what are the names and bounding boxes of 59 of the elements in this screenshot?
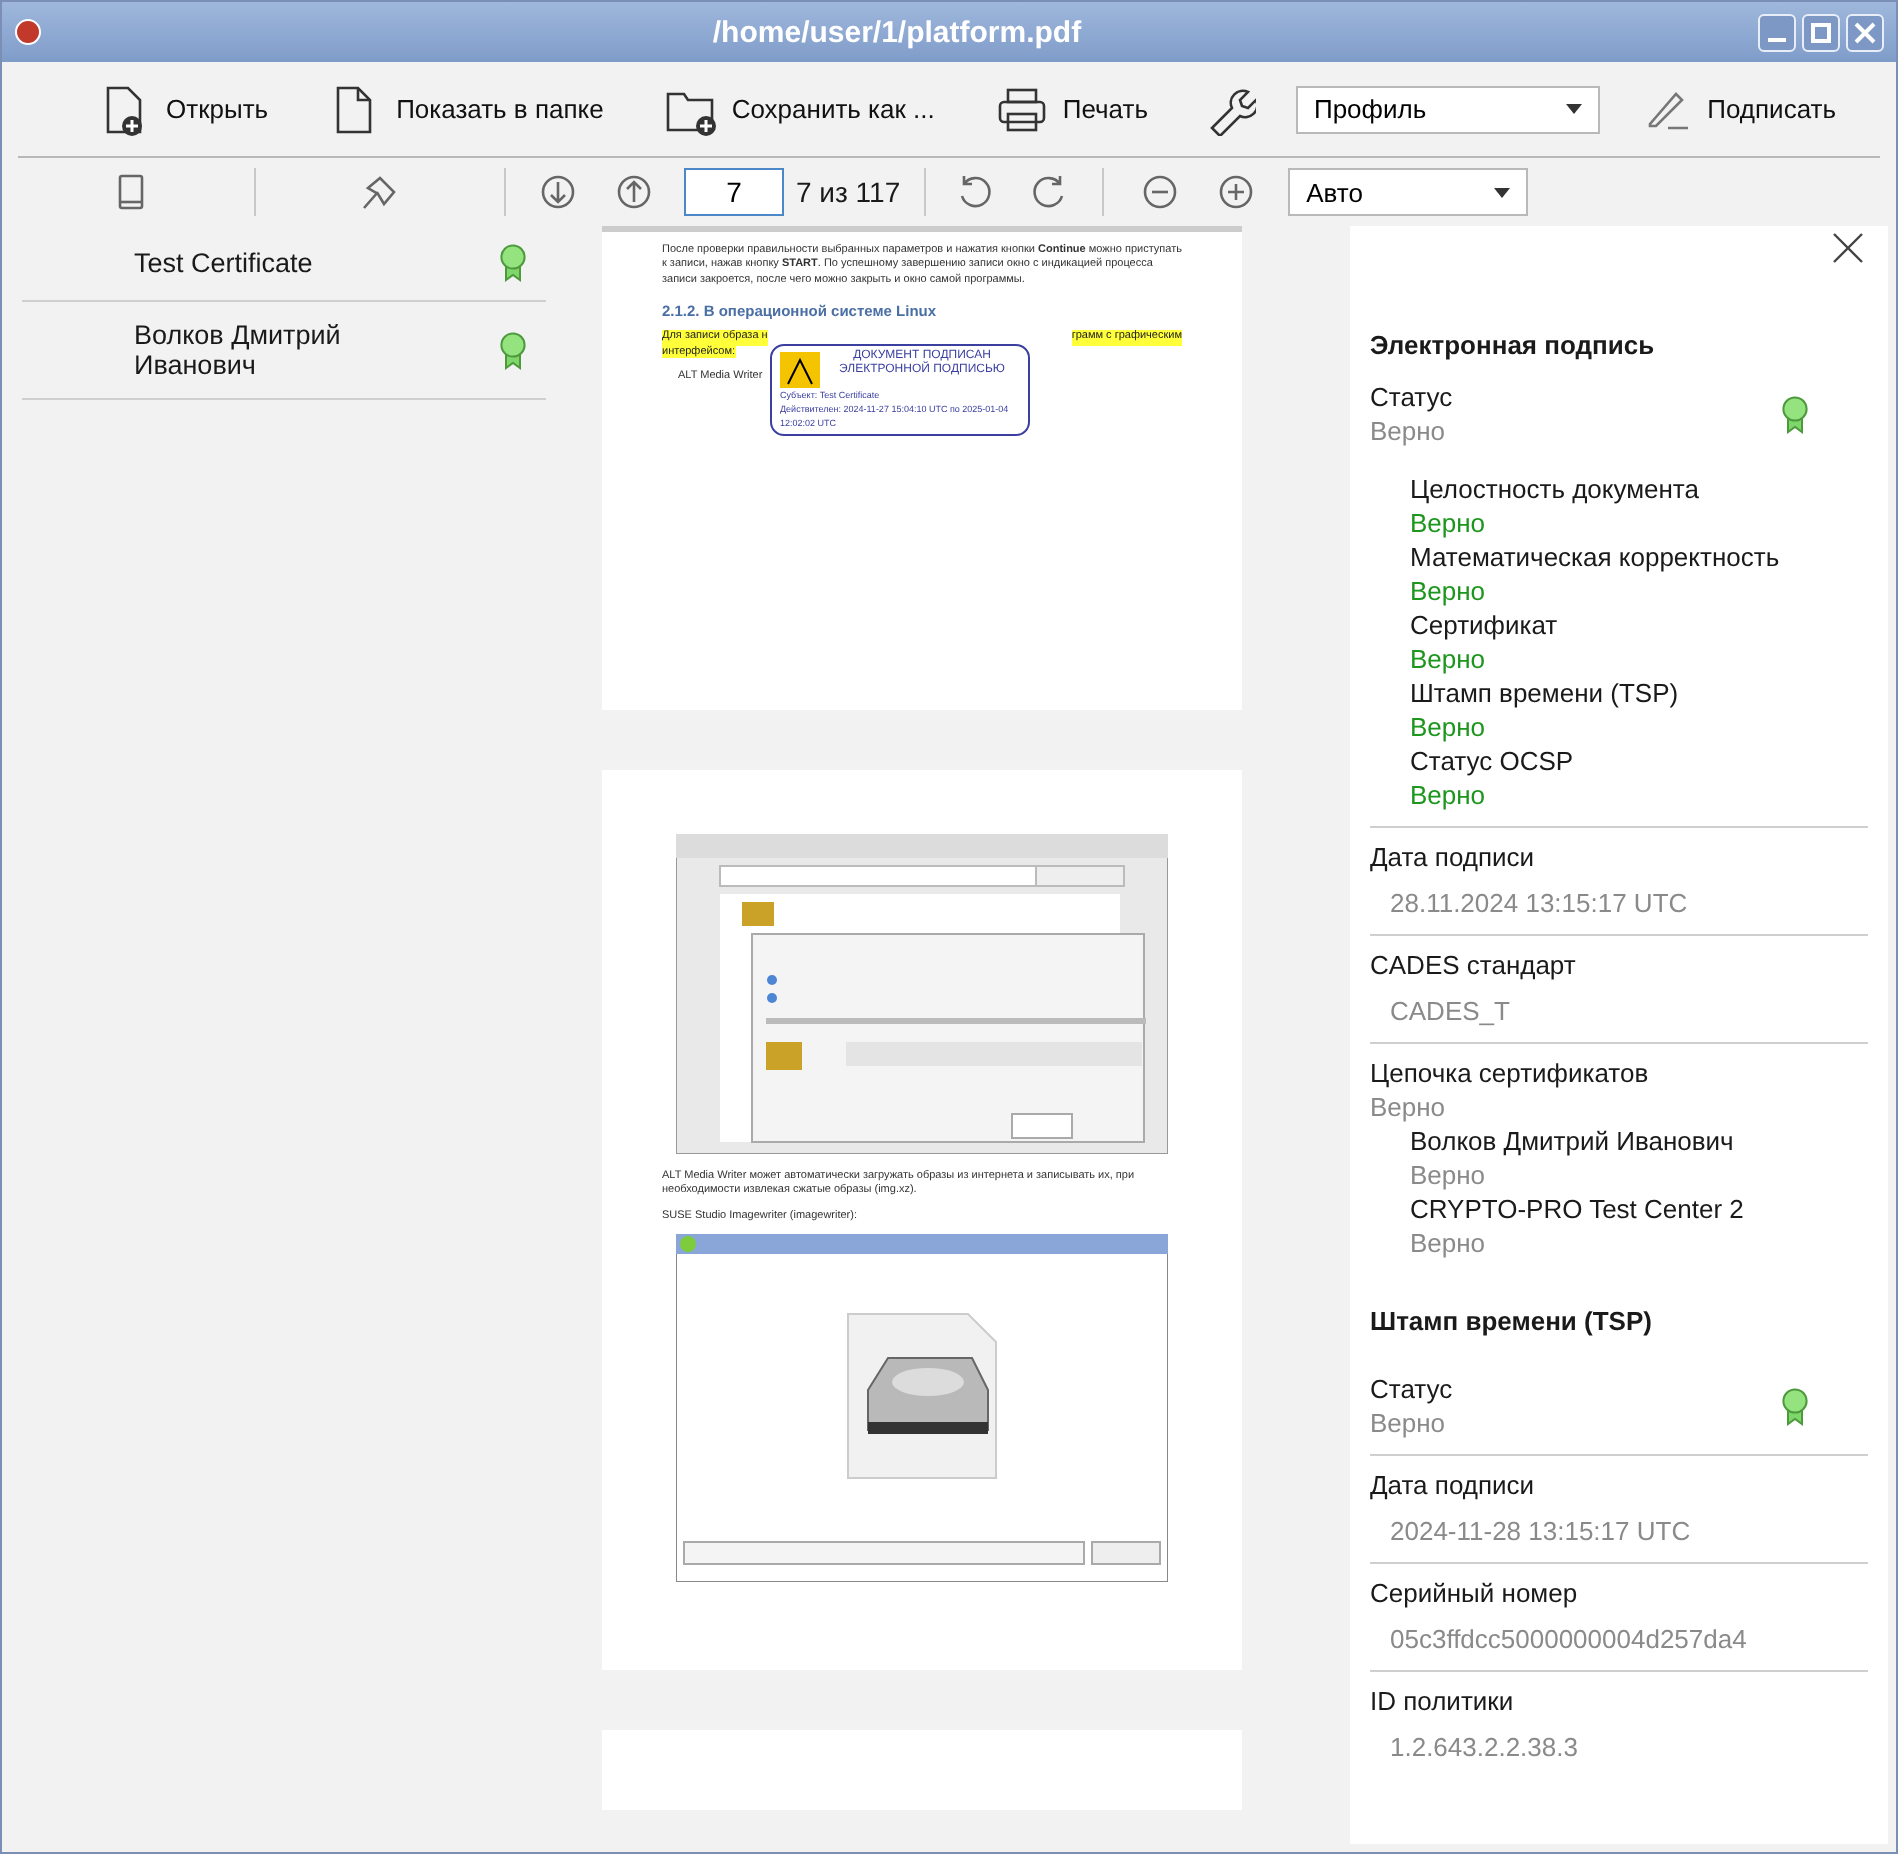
close-icon — [1854, 21, 1876, 43]
ribbon-icon — [1782, 395, 1808, 433]
field-value: 1.2.643.2.2.38.3 — [1388, 1730, 1580, 1764]
field-value: Верно — [1370, 1406, 1448, 1440]
section-title: Штамп времени (TSP) — [1370, 1306, 1654, 1336]
field-value: 28.11.2024 13:15:17 UTC — [1388, 886, 1690, 920]
page-number-field[interactable]: 7 — [684, 168, 784, 216]
maximize-icon — [1810, 21, 1832, 43]
caret-icon — [1494, 187, 1511, 197]
field-value: Верно — [1408, 1158, 1488, 1192]
window-title: /home/user/1/platform.pdf — [710, 15, 1084, 49]
profile-dropdown[interactable]: Профиль — [1295, 85, 1600, 133]
signature-item[interactable]: Волков Дмитрий Иванович — [22, 302, 546, 400]
check-value: Верно — [1408, 710, 1488, 744]
check-value: Верно — [1408, 642, 1488, 676]
check-label: Математическая корректность — [1408, 540, 1782, 574]
field-label: Серийный номер — [1370, 1576, 1580, 1610]
field-label: Цепочка сертификатов — [1370, 1056, 1651, 1090]
toolbar-button[interactable]: Сохранить как ... — [655, 75, 943, 143]
field-label: CADES стандарт — [1370, 948, 1578, 982]
ribbon-icon — [1782, 1387, 1808, 1425]
check-label: Сертификат — [1408, 608, 1560, 642]
check-label: Штамп времени (TSP) — [1408, 676, 1681, 710]
field-value: Верно — [1408, 1226, 1488, 1260]
field-value: Верно — [1370, 414, 1448, 448]
field-label: ID политики — [1370, 1684, 1516, 1718]
certificate-name: CRYPTO-PRO Test Center 2 — [1408, 1192, 1746, 1226]
ribbon-icon — [500, 244, 526, 282]
field-value: Верно — [1370, 1090, 1448, 1124]
field-value: CADES_T — [1388, 994, 1512, 1028]
maximize-button[interactable] — [1802, 13, 1840, 51]
toolbar-button[interactable]: Печать — [986, 75, 1156, 143]
zoom-dropdown[interactable]: Авто — [1288, 168, 1529, 216]
toolbar-button[interactable]: Открыть — [90, 75, 277, 143]
check-value: Верно — [1408, 778, 1488, 812]
minimize-icon — [1768, 37, 1786, 41]
field-value: 05c3ffdcc5000000004d257da4 — [1388, 1622, 1749, 1656]
field-label: Статус — [1370, 1372, 1453, 1406]
check-value: Верно — [1408, 574, 1488, 608]
section-title: Электронная подпись — [1370, 330, 1657, 360]
page-count: 7 из 117 — [796, 176, 901, 208]
toolbar-button[interactable]: Показать в папке — [320, 75, 612, 143]
field-label: Статус — [1370, 380, 1453, 414]
logo-icon — [780, 352, 820, 388]
close-button[interactable] — [1846, 13, 1884, 51]
app-icon — [14, 18, 42, 46]
caret-icon — [1565, 104, 1582, 114]
printer-icon — [994, 83, 1047, 135]
ribbon-icon — [500, 331, 526, 369]
check-value: Верно — [1408, 506, 1488, 540]
field-value: 2024-11-28 13:15:17 UTC — [1388, 1514, 1693, 1548]
field-label: Дата подписи — [1370, 840, 1537, 874]
check-label: Целостность документа — [1408, 472, 1701, 506]
certificate-name: Волков Дмитрий Иванович — [1408, 1124, 1736, 1158]
signature-item[interactable]: Test Certificate — [22, 226, 546, 302]
check-label: Статус OCSP — [1408, 744, 1576, 778]
field-label: Дата подписи — [1370, 1468, 1537, 1502]
minimize-button[interactable] — [1758, 13, 1796, 51]
sign-button[interactable]: Подписать — [1635, 77, 1844, 141]
